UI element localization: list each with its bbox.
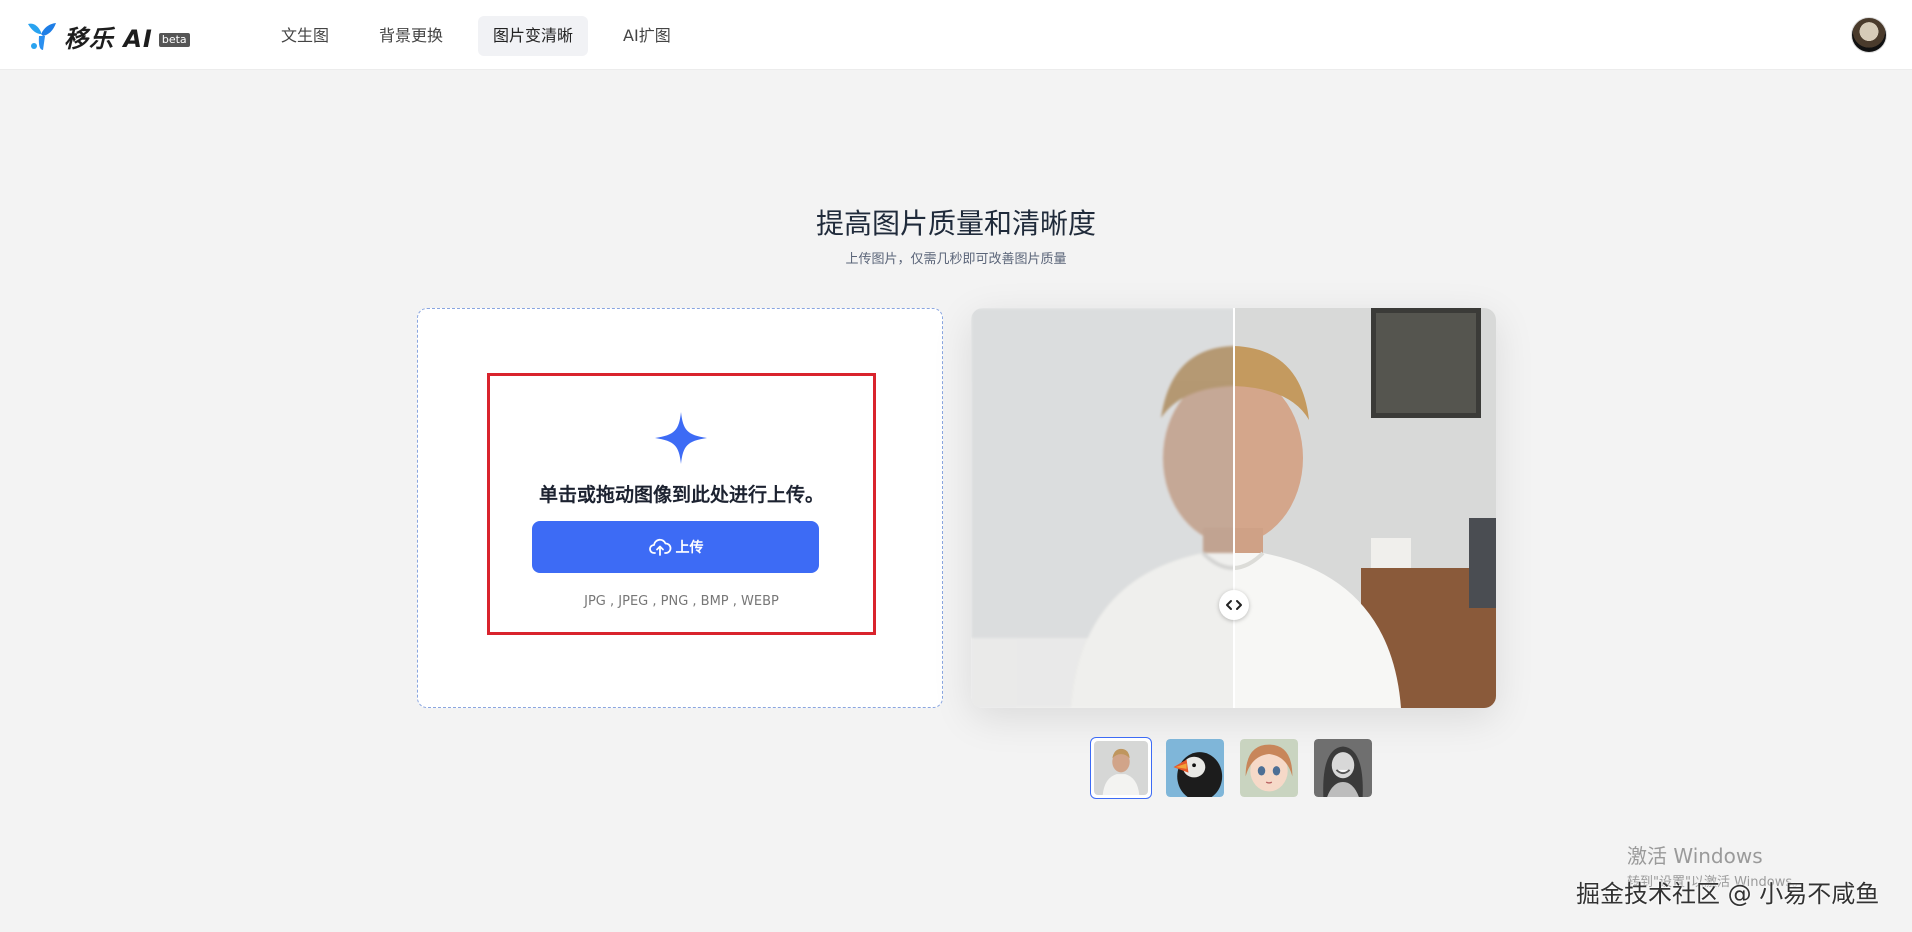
sample-thumb-smiling-woman[interactable] bbox=[1312, 737, 1374, 799]
page-title: 提高图片质量和清晰度 bbox=[815, 207, 1096, 240]
portrait-photo-after bbox=[1234, 308, 1496, 708]
cloud-upload-icon bbox=[648, 538, 671, 556]
nav-image-enhance[interactable]: 图片变清晰 bbox=[478, 16, 589, 56]
compare-divider bbox=[1233, 308, 1235, 708]
nav-background-replace[interactable]: 背景更换 bbox=[364, 16, 458, 56]
sample-thumb-young-man[interactable] bbox=[1090, 737, 1152, 799]
supported-formats: JPG , JPEG , PNG , BMP , WEBP bbox=[584, 594, 779, 609]
site-watermark: 掘金技术社区 @ 小易不咸鱼 bbox=[1576, 880, 1880, 908]
page-subtitle: 上传图片，仅需几秒即可改善图片质量 bbox=[845, 252, 1067, 267]
after-image bbox=[1234, 308, 1496, 708]
main-nav: 文生图 背景更换 图片变清晰 AI扩图 bbox=[266, 16, 706, 56]
smiling-woman-thumbnail bbox=[1314, 739, 1372, 797]
upload-button-label: 上传 bbox=[675, 540, 704, 556]
anime-girl-thumbnail bbox=[1240, 739, 1298, 797]
logo[interactable]: 移乐 AI beta bbox=[26, 20, 190, 53]
logo-icon bbox=[28, 23, 56, 50]
compare-handle[interactable] bbox=[1219, 590, 1249, 620]
portrait-photo-before bbox=[971, 308, 1234, 708]
sample-thumb-puffin[interactable] bbox=[1164, 737, 1226, 799]
upload-hint: 单击或拖动图像到此处进行上传。 bbox=[538, 484, 824, 506]
young-man-thumbnail bbox=[1094, 741, 1148, 795]
before-image bbox=[971, 308, 1234, 708]
upload-highlight-box: 单击或拖动图像到此处进行上传。 上传 JPG , JPEG , PNG , BM… bbox=[487, 373, 876, 635]
top-bar: 移乐 AI beta 文生图 背景更换 图片变清晰 AI扩图 bbox=[0, 0, 1912, 70]
sparkle-plus-icon bbox=[655, 412, 707, 464]
nav-text-to-image[interactable]: 文生图 bbox=[266, 16, 344, 56]
logo-text: 移乐 AI bbox=[64, 24, 153, 53]
upload-button[interactable]: 上传 bbox=[532, 521, 819, 573]
upload-dropzone[interactable]: 单击或拖动图像到此处进行上传。 上传 JPG , JPEG , PNG , BM… bbox=[417, 308, 943, 708]
sample-thumbnails bbox=[1090, 737, 1386, 799]
nav-ai-outpaint[interactable]: AI扩图 bbox=[608, 16, 686, 56]
user-avatar[interactable] bbox=[1851, 17, 1887, 53]
sample-thumb-anime-girl[interactable] bbox=[1238, 737, 1300, 799]
windows-activation-line1: 激活 Windows bbox=[1627, 844, 1763, 868]
beta-badge: beta bbox=[158, 33, 190, 47]
before-after-compare[interactable] bbox=[971, 308, 1496, 708]
puffin-thumbnail bbox=[1166, 739, 1224, 797]
left-right-arrows-icon bbox=[1226, 600, 1242, 610]
